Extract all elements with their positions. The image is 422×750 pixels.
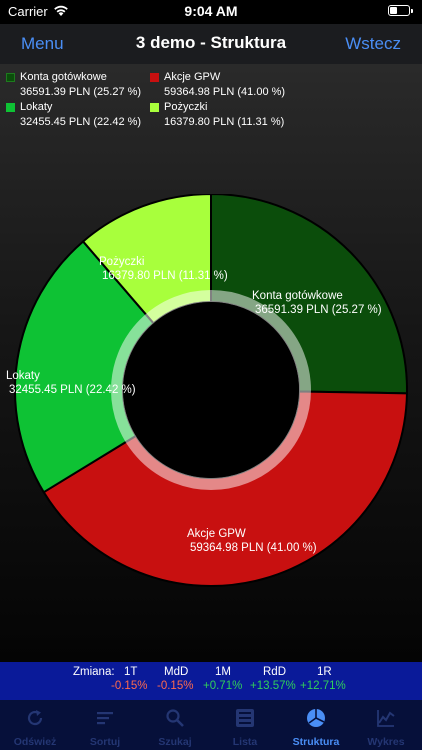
tab-bar: Odśwież Sortuj Szukaj Lista Struktura Wy… — [0, 700, 422, 750]
legend-value: 16379.80 PLN (11.31 %) — [164, 116, 285, 128]
change-value-mdd: -0.15% — [157, 680, 194, 692]
tab-refresh[interactable]: Odśwież — [0, 700, 70, 750]
tab-chart[interactable]: Wykres — [351, 700, 421, 750]
change-label-1t: 1T — [124, 666, 138, 678]
legend-swatch — [150, 103, 159, 112]
change-title: Zmiana: — [73, 666, 115, 678]
tab-label: Lista — [232, 736, 258, 748]
change-label-1r: 1R — [317, 666, 332, 678]
change-label-mdd: MdD — [164, 666, 189, 678]
slice-label-value: 32455.45 PLN (22.42 %) — [9, 384, 136, 396]
legend-name: Lokaty — [20, 101, 53, 113]
refresh-icon — [27, 710, 43, 726]
tab-label: Szukaj — [158, 736, 192, 748]
slice-label-loans: Pożyczki 16379.80 PLN (11.31 %) — [99, 255, 228, 283]
slice-label-name: Lokaty — [6, 370, 40, 382]
chart-area: Konta gotówkowe 36591.39 PLN (25.27 %) A… — [0, 64, 422, 662]
pie-chart-icon — [307, 709, 325, 727]
status-bar: Carrier 9:04 AM — [0, 0, 422, 24]
donut-hole — [123, 302, 299, 478]
back-button[interactable]: Wstecz — [345, 34, 401, 54]
tab-label: Struktura — [292, 736, 340, 748]
change-value-rdd: +13.57% — [250, 680, 296, 692]
slice-label-cash: Konta gotówkowe 36591.39 PLN (25.27 %) — [252, 289, 382, 317]
slice-label-deposits: Lokaty 32455.45 PLN (22.42 %) — [6, 369, 136, 397]
legend-swatch — [6, 103, 15, 112]
tab-label: Sortuj — [89, 736, 121, 748]
donut-chart: Konta gotówkowe 36591.39 PLN (25.27 %) A… — [0, 194, 422, 594]
slice-label-value: 59364.98 PLN (41.00 %) — [190, 542, 317, 554]
slice-label-value: 36591.39 PLN (25.27 %) — [255, 304, 382, 316]
legend-value: 36591.39 PLN (25.27 %) — [20, 86, 142, 98]
change-value-1m: +0.71% — [203, 680, 243, 692]
legend-value: 59364.98 PLN (41.00 %) — [164, 86, 286, 98]
slice-label-name: Pożyczki — [99, 256, 145, 268]
change-value-1t: -0.15% — [111, 680, 148, 692]
tab-structure[interactable]: Struktura — [281, 700, 351, 750]
change-label-1m: 1M — [215, 666, 231, 678]
change-label-rdd: RdD — [263, 666, 287, 678]
legend-name: Konta gotówkowe — [20, 71, 107, 83]
navigation-bar: Menu 3 demo - Struktura Wstecz — [0, 24, 422, 64]
tab-search[interactable]: Szukaj — [140, 700, 210, 750]
list-icon — [236, 709, 254, 727]
legend-name: Akcje GPW — [164, 71, 221, 83]
slice-label-name: Akcje GPW — [187, 528, 246, 540]
slice-label-value: 16379.80 PLN (11.31 %) — [102, 270, 228, 282]
slice-label-stocks: Akcje GPW 59364.98 PLN (41.00 %) — [187, 527, 317, 555]
legend-swatch — [6, 73, 15, 82]
tab-list[interactable]: Lista — [210, 700, 280, 750]
sort-icon — [97, 712, 113, 725]
chart-legend: Konta gotówkowe 36591.39 PLN (25.27 %) A… — [0, 68, 422, 128]
line-chart-icon — [377, 710, 395, 727]
legend-name: Pożyczki — [164, 101, 208, 113]
legend-value: 32455.45 PLN (22.42 %) — [20, 116, 142, 128]
battery-icon — [388, 5, 413, 16]
change-value-1r: +12.71% — [300, 680, 346, 692]
tab-label: Wykres — [367, 736, 405, 748]
search-icon — [166, 709, 184, 727]
tab-sort[interactable]: Sortuj — [70, 700, 140, 750]
tab-label: Odśwież — [13, 736, 57, 748]
clock: 9:04 AM — [184, 3, 238, 19]
change-summary-bar: Zmiana: 1T -0.15% MdD -0.15% 1M +0.71% R… — [0, 662, 422, 700]
slice-label-name: Konta gotówkowe — [252, 290, 343, 302]
legend-swatch — [150, 73, 159, 82]
